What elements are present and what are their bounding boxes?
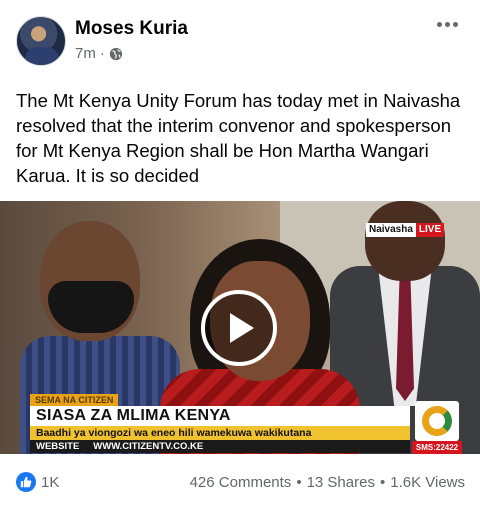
citizen-tv-logo xyxy=(415,401,459,441)
video-player[interactable]: Naivasha LIVE SEMA NA CITIZEN SIASA ZA M… xyxy=(0,201,480,454)
post-header: Moses Kuria 7m · xyxy=(0,0,480,78)
shares-count[interactable]: 13 Shares xyxy=(307,474,375,491)
comments-count[interactable]: 426 Comments xyxy=(190,474,292,491)
author-name[interactable]: Moses Kuria xyxy=(75,18,188,40)
meta-separator: · xyxy=(99,45,105,62)
website-label: WEBSITE xyxy=(36,441,80,452)
post-time[interactable]: 7m xyxy=(75,45,96,62)
engagement-stats: 426 Comments • 13 Shares • 1.6K Views xyxy=(190,474,465,491)
stats-separator: • xyxy=(379,474,386,491)
live-label: LIVE xyxy=(415,223,445,237)
news-headline: SIASA ZA MLIMA KENYA xyxy=(30,406,410,426)
like-icon[interactable] xyxy=(16,472,36,492)
post-meta: 7m · xyxy=(75,45,123,62)
avatar[interactable] xyxy=(16,16,66,66)
more-options-icon[interactable] xyxy=(437,22,458,27)
views-count: 1.6K Views xyxy=(390,474,465,491)
live-tag: Naivasha LIVE xyxy=(366,223,445,237)
post-footer: 1K 426 Comments • 13 Shares • 1.6K Views xyxy=(0,470,480,496)
live-location: Naivasha xyxy=(366,223,416,237)
sms-number: SMS:22422 xyxy=(412,441,462,454)
globe-icon xyxy=(109,47,122,60)
play-icon xyxy=(230,313,254,343)
website-url: WWW.CITIZENTV.CO.KE xyxy=(93,441,204,452)
segment-tab: SEMA NA CITIZEN xyxy=(30,394,119,406)
reaction-count[interactable]: 1K xyxy=(41,474,59,491)
website-bar: WEBSITE WWW.CITIZENTV.CO.KE xyxy=(30,440,410,453)
play-button[interactable] xyxy=(201,290,277,366)
news-subline: Baadhi ya viongozi wa eneo hili wamekuwa… xyxy=(30,426,410,440)
post-text: The Mt Kenya Unity Forum has today met i… xyxy=(16,90,461,186)
stats-separator: • xyxy=(296,474,302,491)
